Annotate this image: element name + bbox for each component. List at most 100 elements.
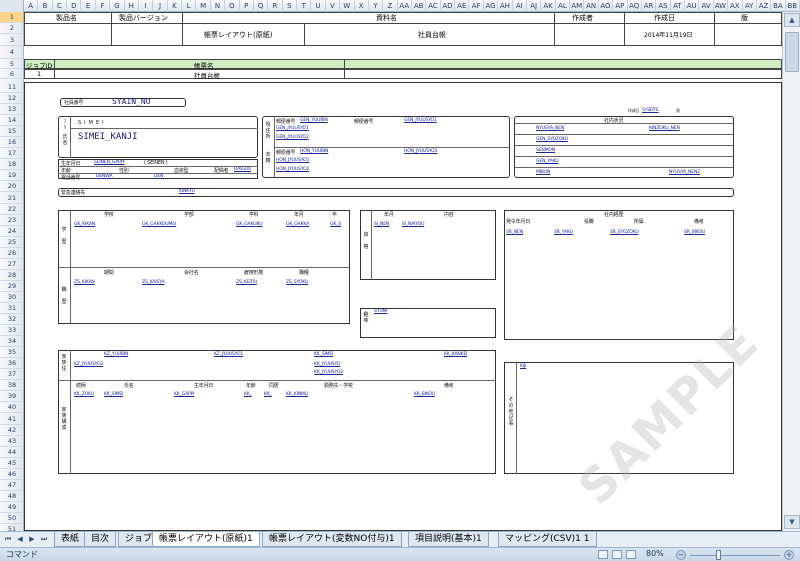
column-header-AN[interactable]: AN xyxy=(584,0,599,12)
column-header-Z[interactable]: Z xyxy=(383,0,398,12)
page-break-view-icon[interactable] xyxy=(626,550,636,559)
column-header-AG[interactable]: AG xyxy=(484,0,499,12)
sheet-tab-5[interactable]: 帳票レイアウト(変数NO付与)1 xyxy=(262,532,402,547)
row-header-11[interactable]: 11 xyxy=(0,82,23,94)
column-header-B[interactable]: B xyxy=(38,0,53,12)
row-header-31[interactable]: 31 xyxy=(0,303,23,315)
column-header-AK[interactable]: AK xyxy=(541,0,556,12)
column-header-AU[interactable]: AU xyxy=(685,0,700,12)
column-header-AY[interactable]: AY xyxy=(743,0,757,12)
page-layout-view-icon[interactable] xyxy=(612,550,622,559)
column-header-AB[interactable]: AB xyxy=(412,0,427,12)
row-header-43[interactable]: 43 xyxy=(0,436,23,447)
row-header-36[interactable]: 36 xyxy=(0,358,23,370)
sheet-tab-4[interactable]: 帳票レイアウト(原紙)1 xyxy=(152,532,260,547)
column-header-T[interactable]: T xyxy=(297,0,312,12)
column-header-I[interactable]: I xyxy=(139,0,154,12)
column-header-AJ[interactable]: AJ xyxy=(527,0,542,12)
column-header-K[interactable]: K xyxy=(168,0,183,12)
column-header-AR[interactable]: AR xyxy=(642,0,657,12)
row-header-23[interactable]: 23 xyxy=(0,215,23,226)
row-header-3[interactable]: 3 xyxy=(0,34,23,46)
row-header-25[interactable]: 25 xyxy=(0,237,23,248)
sheet-tab-1[interactable]: 表紙 xyxy=(54,532,87,547)
row-header-13[interactable]: 13 xyxy=(0,104,23,116)
zoom-out-button[interactable]: − xyxy=(676,550,686,560)
column-header-E[interactable]: E xyxy=(81,0,96,12)
column-header-M[interactable]: M xyxy=(196,0,211,12)
column-header-O[interactable]: O xyxy=(225,0,240,12)
row-header-32[interactable]: 32 xyxy=(0,314,23,326)
zoom-level[interactable]: 80% xyxy=(646,549,664,558)
row-header-42[interactable]: 42 xyxy=(0,425,23,436)
column-header-AC[interactable]: AC xyxy=(426,0,441,12)
column-header-AV[interactable]: AV xyxy=(699,0,714,12)
row-header-33[interactable]: 33 xyxy=(0,325,23,337)
column-header-AD[interactable]: AD xyxy=(441,0,456,12)
sheet-tab-2[interactable]: 目次 xyxy=(84,532,117,547)
zoom-slider[interactable] xyxy=(690,555,780,556)
column-header-N[interactable]: N xyxy=(211,0,226,12)
row-header-47[interactable]: 47 xyxy=(0,480,23,491)
row-header-6[interactable]: 6 xyxy=(0,69,23,79)
row-header-50[interactable]: 50 xyxy=(0,513,23,524)
column-header-AW[interactable]: AW xyxy=(714,0,729,12)
column-header-U[interactable]: U xyxy=(311,0,326,12)
row-header-2[interactable]: 2 xyxy=(0,23,23,34)
column-header-C[interactable]: C xyxy=(53,0,68,12)
next-sheet-button[interactable]: ▶ xyxy=(26,534,38,545)
column-header-AT[interactable]: AT xyxy=(671,0,686,12)
column-header-BA[interactable]: BA xyxy=(771,0,786,12)
row-header-16[interactable]: 16 xyxy=(0,137,23,149)
column-header-H[interactable]: H xyxy=(125,0,139,12)
column-header-X[interactable]: X xyxy=(355,0,369,12)
select-all-corner[interactable] xyxy=(0,0,24,12)
scroll-up-button[interactable]: ▲ xyxy=(784,13,800,27)
row-header-38[interactable]: 38 xyxy=(0,380,23,392)
row-header-41[interactable]: 41 xyxy=(0,414,23,425)
row-header-40[interactable]: 40 xyxy=(0,402,23,414)
row-header-46[interactable]: 46 xyxy=(0,469,23,480)
column-header-AL[interactable]: AL xyxy=(556,0,571,12)
row-header-19[interactable]: 19 xyxy=(0,170,23,182)
column-header-AP[interactable]: AP xyxy=(613,0,628,12)
column-header-AI[interactable]: AI xyxy=(513,0,527,12)
row-header-37[interactable]: 37 xyxy=(0,369,23,381)
row-header-30[interactable]: 30 xyxy=(0,292,23,303)
row-header-28[interactable]: 28 xyxy=(0,270,23,281)
row-header-22[interactable]: 22 xyxy=(0,204,23,215)
column-header-AM[interactable]: AM xyxy=(570,0,585,12)
prev-sheet-button[interactable]: ◀ xyxy=(14,534,26,545)
row-header-35[interactable]: 35 xyxy=(0,347,23,359)
scroll-thumb[interactable] xyxy=(785,32,799,72)
last-sheet-button[interactable]: ⏭ xyxy=(38,534,50,545)
column-header-AA[interactable]: AA xyxy=(398,0,412,12)
column-header-AE[interactable]: AE xyxy=(455,0,470,12)
row-header-15[interactable]: 15 xyxy=(0,126,23,138)
row-header-39[interactable]: 39 xyxy=(0,391,23,403)
row-header-5[interactable]: 5 xyxy=(0,59,23,69)
column-header-AO[interactable]: AO xyxy=(599,0,614,12)
column-header-AZ[interactable]: AZ xyxy=(757,0,772,12)
zoom-slider-knob[interactable] xyxy=(716,550,721,560)
row-header-14[interactable]: 14 xyxy=(0,115,23,127)
column-header-V[interactable]: V xyxy=(326,0,341,12)
column-header-AS[interactable]: AS xyxy=(656,0,671,12)
row-header-34[interactable]: 34 xyxy=(0,336,23,348)
row-header-49[interactable]: 49 xyxy=(0,502,23,513)
scroll-down-button[interactable]: ▼ xyxy=(784,515,800,529)
column-header-F[interactable]: F xyxy=(96,0,111,12)
column-header-R[interactable]: R xyxy=(268,0,283,12)
sheet-tab-6[interactable]: 項目説明(基本)1 xyxy=(408,532,489,547)
column-header-G[interactable]: G xyxy=(110,0,125,12)
zoom-in-button[interactable]: + xyxy=(784,550,794,560)
row-header-24[interactable]: 24 xyxy=(0,226,23,237)
row-header-48[interactable]: 48 xyxy=(0,491,23,502)
row-header-44[interactable]: 44 xyxy=(0,447,23,458)
column-header-AX[interactable]: AX xyxy=(728,0,743,12)
column-header-Y[interactable]: Y xyxy=(369,0,384,12)
sheet-area[interactable]: 製品名 製品バージョン 資料名 作成者 作成日 版 帳票レイアウト(原紙) 社員… xyxy=(24,12,782,531)
column-header-A[interactable]: A xyxy=(24,0,39,12)
row-header-20[interactable]: 20 xyxy=(0,181,23,193)
row-header-12[interactable]: 12 xyxy=(0,93,23,105)
